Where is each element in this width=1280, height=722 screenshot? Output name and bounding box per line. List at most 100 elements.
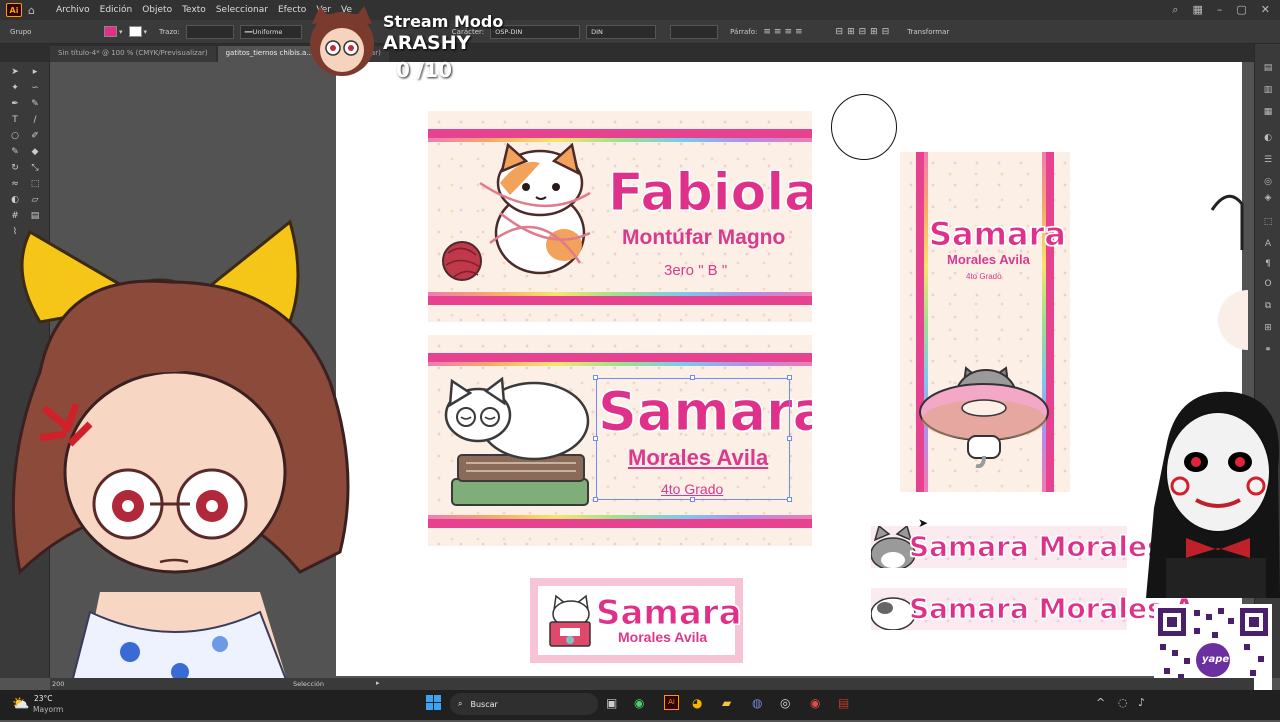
- zoom-value[interactable]: 200: [52, 680, 64, 688]
- menu-edicion[interactable]: Edición: [100, 5, 133, 15]
- chevron-down-icon[interactable]: ▾: [144, 28, 148, 36]
- label-grade[interactable]: 3ero " B ": [664, 263, 727, 278]
- menu-objeto[interactable]: Objeto: [142, 5, 172, 15]
- appearance-icon[interactable]: ◎: [1262, 176, 1274, 188]
- character-icon[interactable]: A: [1262, 238, 1274, 250]
- task-view-icon[interactable]: ▣: [606, 696, 617, 710]
- control-bar: Grupo ▾ ▾ Trazo: ━━ Uniforme Carácter: O…: [0, 20, 1280, 44]
- tab-document-1[interactable]: Sin título-4* @ 100 % (CMYK/Previsualiza…: [50, 46, 216, 62]
- resize-handle[interactable]: [690, 497, 695, 502]
- stroke-icon[interactable]: ☰: [1262, 154, 1274, 166]
- magic-wand-icon[interactable]: ✦: [8, 82, 22, 94]
- app-icon[interactable]: ◎: [780, 696, 790, 710]
- shape-builder-icon[interactable]: ◐: [8, 194, 22, 206]
- font-size-input[interactable]: [670, 24, 719, 39]
- resize-handle[interactable]: [593, 375, 598, 380]
- label-name[interactable]: Fabiola: [607, 167, 812, 220]
- font-family-select[interactable]: OSP-DIN: [490, 24, 581, 39]
- label-grade[interactable]: 4to Grado: [966, 273, 1002, 281]
- color-icon[interactable]: ◐: [1262, 132, 1274, 144]
- menu-archivo[interactable]: Archivo: [56, 5, 90, 15]
- opentype-icon[interactable]: O: [1262, 278, 1274, 290]
- pathfinder-icon[interactable]: ⧉: [1262, 300, 1274, 312]
- scale-tool-icon[interactable]: ⤡: [28, 162, 42, 174]
- label-name[interactable]: Samara: [929, 218, 1067, 251]
- app-icon[interactable]: ▤: [838, 696, 849, 710]
- free-transform-icon[interactable]: ⬚: [28, 178, 42, 190]
- qr-brand-label: yape: [1202, 654, 1230, 665]
- perspective-icon[interactable]: ▱: [28, 194, 42, 206]
- resize-handle[interactable]: [593, 497, 598, 502]
- taskbar-search[interactable]: ⌕ Buscar: [450, 693, 598, 715]
- swatches-icon[interactable]: ▦: [1262, 106, 1274, 118]
- libraries-icon[interactable]: ▥: [1262, 84, 1274, 96]
- microphone-icon[interactable]: ♪: [1138, 696, 1145, 709]
- maximize-icon[interactable]: ▢: [1236, 3, 1246, 17]
- eraser-tool-icon[interactable]: ◆: [28, 146, 42, 158]
- menu-seleccionar[interactable]: Seleccionar: [216, 5, 268, 15]
- illustrator-taskbar-icon[interactable]: Ai: [664, 695, 679, 710]
- workspace-icon[interactable]: ▦: [1192, 3, 1202, 17]
- distribute-icons[interactable]: ⊟⊞⊟⊞⊟: [836, 27, 894, 37]
- layers-icon[interactable]: ◈: [1262, 192, 1274, 204]
- rotate-tool-icon[interactable]: ↻: [8, 162, 22, 174]
- home-icon[interactable]: ⌂: [28, 4, 42, 17]
- stroke-style-select[interactable]: ━━ Uniforme: [239, 24, 302, 39]
- selection-bounding-box[interactable]: [596, 378, 790, 500]
- close-icon[interactable]: ✕: [1261, 3, 1270, 17]
- discord-icon[interactable]: ◍: [752, 696, 762, 710]
- lasso-icon[interactable]: ∽: [28, 82, 42, 94]
- transform-button[interactable]: Transformar: [907, 28, 949, 36]
- label-card-small[interactable]: Samara Morales Avila: [530, 578, 743, 663]
- line-tool-icon[interactable]: /: [28, 114, 42, 126]
- label-card-vertical[interactable]: Samara Morales Avila 4to Grado: [900, 152, 1070, 492]
- type-tool-icon[interactable]: T: [8, 114, 22, 126]
- windows-start-icon[interactable]: [426, 695, 441, 710]
- pen-tool-icon[interactable]: ✒: [8, 98, 22, 110]
- shaper-tool-icon[interactable]: ✎: [8, 146, 22, 158]
- chevron-down-icon[interactable]: ▾: [119, 28, 123, 36]
- label-strip-2[interactable]: Samara Morales A.: [871, 588, 1207, 630]
- menu-texto[interactable]: Texto: [182, 5, 206, 15]
- stroke-label: Trazo:: [159, 27, 180, 36]
- file-explorer-icon[interactable]: ▰: [722, 696, 731, 710]
- curvature-tool-icon[interactable]: ✎: [28, 98, 42, 110]
- selection-tool-icon[interactable]: ➤: [8, 66, 22, 78]
- links-icon[interactable]: ⚭: [1262, 344, 1274, 356]
- stroke-weight-input[interactable]: [185, 24, 234, 39]
- align-icon[interactable]: ⊞: [1262, 322, 1274, 334]
- font-style-select[interactable]: DIN: [586, 24, 657, 39]
- label-surname[interactable]: Montúfar Magno: [622, 227, 785, 248]
- resize-handle[interactable]: [787, 375, 792, 380]
- selection-type: Grupo: [10, 27, 32, 36]
- paragraph-icon[interactable]: ¶: [1262, 258, 1274, 270]
- chevron-right-icon[interactable]: ▸: [376, 679, 380, 687]
- label-surname[interactable]: Morales Avila: [947, 253, 1030, 266]
- align-icons[interactable]: ≡≡≡≡: [763, 27, 805, 37]
- rainbow-stripe: [428, 362, 812, 366]
- chrome-icon[interactable]: ◕: [692, 696, 702, 710]
- whatsapp-icon[interactable]: ◉: [634, 696, 644, 710]
- label-strip-1[interactable]: Samara Morales A.: [871, 526, 1207, 568]
- resize-handle[interactable]: [690, 375, 695, 380]
- resize-handle[interactable]: [593, 436, 598, 441]
- paragraph-label[interactable]: Párrafo:: [730, 28, 757, 36]
- label-name[interactable]: Samara: [596, 596, 743, 631]
- label-card-fabiola[interactable]: Fabiola Montúfar Magno 3ero " B ": [428, 111, 812, 322]
- label-surname[interactable]: Morales Avila: [618, 630, 707, 644]
- search-icon[interactable]: ⌕: [1172, 3, 1178, 17]
- resize-handle[interactable]: [787, 436, 792, 441]
- transform-icon[interactable]: ⬚: [1262, 216, 1274, 228]
- stroke-swatch[interactable]: [128, 26, 142, 37]
- app-icon[interactable]: ◉: [810, 696, 820, 710]
- resize-handle[interactable]: [787, 497, 792, 502]
- ellipse-tool-icon[interactable]: ○: [8, 130, 22, 142]
- brush-tool-icon[interactable]: ✐: [28, 130, 42, 142]
- properties-icon[interactable]: ▤: [1262, 62, 1274, 74]
- minimize-icon[interactable]: –: [1217, 3, 1223, 17]
- direct-selection-tool-icon[interactable]: ▸: [28, 66, 42, 78]
- fill-swatch[interactable]: [104, 26, 117, 37]
- network-icon[interactable]: ◌: [1118, 696, 1128, 709]
- chevron-up-icon[interactable]: ^: [1096, 696, 1105, 709]
- warp-tool-icon[interactable]: ≈: [8, 178, 22, 190]
